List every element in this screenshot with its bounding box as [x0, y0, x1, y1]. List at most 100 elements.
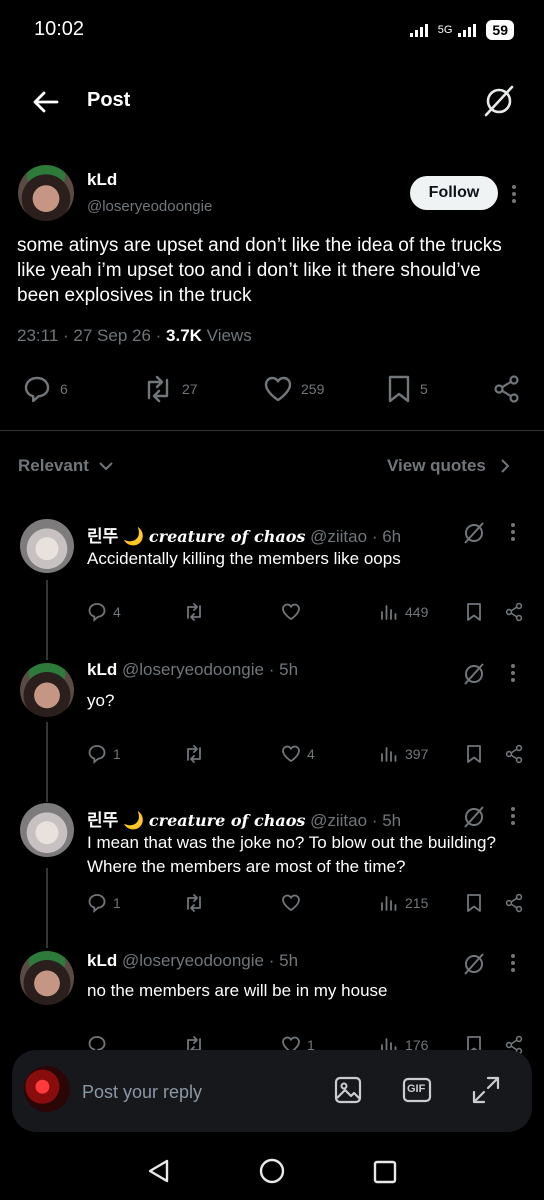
repost-count: 27 — [182, 381, 198, 397]
more-options-icon[interactable] — [508, 805, 518, 827]
bookmark-button[interactable]: 5 — [386, 374, 428, 404]
reply-icon — [88, 745, 106, 764]
reply-input[interactable] — [80, 1077, 324, 1107]
share-button[interactable] — [492, 374, 522, 404]
reply-author-name[interactable]: kLd — [87, 660, 117, 679]
grok-icon[interactable] — [482, 84, 516, 118]
grok-icon[interactable] — [462, 952, 486, 976]
like-button[interactable] — [281, 893, 307, 913]
reply-handle[interactable]: @ziitao — [310, 811, 367, 830]
image-icon[interactable] — [332, 1074, 364, 1106]
author-handle[interactable]: @loseryeodoongie — [87, 198, 212, 215]
status-icons: 5G 59 — [409, 20, 514, 40]
views-button[interactable]: 397 — [379, 744, 428, 764]
reply-text: Accidentally killing the members like oo… — [87, 549, 401, 568]
reply-author-title: creature of chaos — [148, 811, 306, 830]
bookmark-icon — [467, 894, 481, 912]
grok-icon[interactable] — [462, 662, 486, 686]
sort-dropdown[interactable]: Relevant — [18, 456, 113, 476]
repost-button[interactable] — [184, 602, 210, 622]
post-meta: 23:11 · 27 Sep 26 · 3.7K Views — [17, 326, 252, 345]
like-icon — [282, 603, 300, 621]
more-options-icon[interactable] — [508, 662, 518, 684]
follow-button[interactable]: Follow — [410, 176, 498, 210]
reply-avatar[interactable] — [20, 803, 74, 857]
reply-count: 1 — [113, 895, 121, 911]
repost-icon — [147, 375, 169, 403]
reply-text: I mean that was the joke no? To blow out… — [87, 833, 496, 876]
reply-avatar[interactable] — [20, 951, 74, 1005]
bookmark-button[interactable] — [464, 602, 484, 622]
reply-handle[interactable]: @ziitao — [310, 527, 367, 546]
signal-icon-2 — [458, 24, 477, 37]
like-button[interactable] — [281, 602, 307, 622]
reply-text: no the members are will be in my house — [87, 981, 388, 1000]
views-button[interactable]: 449 — [379, 602, 428, 622]
reply-button[interactable]: 4 — [87, 602, 121, 622]
reply-author-title: creature of chaos — [148, 527, 306, 546]
like-button[interactable]: 4 — [281, 744, 315, 764]
expand-icon[interactable] — [470, 1074, 502, 1106]
post-time: 23:11 — [17, 326, 59, 345]
reply-author-name[interactable]: 린뚜 — [87, 527, 118, 546]
reply-author-name[interactable]: kLd — [87, 951, 117, 970]
more-options-icon[interactable] — [508, 521, 518, 543]
author-name[interactable]: kLd — [87, 170, 117, 190]
repost-button[interactable] — [184, 744, 210, 764]
reply-author-name[interactable]: 린뚜 — [87, 811, 118, 830]
like-button[interactable]: 259 — [263, 374, 324, 404]
reply-handle[interactable]: @loseryeodoongie — [122, 660, 264, 679]
network-label: 5G — [437, 24, 453, 36]
reply-text: yo? — [87, 691, 115, 710]
nav-home-icon[interactable] — [258, 1157, 286, 1185]
like-icon — [282, 894, 300, 912]
views-count: 3.7K — [166, 326, 202, 345]
share-button[interactable] — [504, 602, 524, 622]
bookmark-icon — [388, 375, 410, 403]
views-icon — [381, 747, 397, 762]
bookmark-button[interactable] — [464, 744, 484, 764]
grok-icon[interactable] — [462, 521, 486, 545]
reply-header: kLd @loseryeodoongie · 5h — [87, 951, 298, 971]
nav-recents-icon[interactable] — [373, 1160, 397, 1184]
views-icon — [381, 896, 397, 911]
bookmark-count: 5 — [420, 381, 428, 397]
reply-avatar[interactable] — [20, 663, 74, 717]
reply-handle[interactable]: @loseryeodoongie — [122, 951, 264, 970]
reply-button[interactable]: 6 — [22, 374, 68, 404]
repost-button[interactable] — [184, 893, 210, 913]
status-time: 10:02 — [34, 18, 85, 40]
share-button[interactable] — [504, 744, 524, 764]
thread-line — [46, 722, 48, 802]
reply-button[interactable]: 1 — [87, 893, 121, 913]
reply-button[interactable]: 1 — [87, 744, 121, 764]
share-button[interactable] — [504, 893, 524, 913]
views-label: Views — [206, 326, 252, 345]
nav-back-icon[interactable] — [146, 1158, 172, 1184]
views-button[interactable]: 215 — [379, 893, 428, 913]
my-avatar[interactable] — [24, 1066, 70, 1112]
moon-emoji: 🌙 — [123, 811, 145, 830]
grok-icon[interactable] — [462, 805, 486, 829]
more-options-icon[interactable] — [508, 952, 518, 974]
chevron-down-icon — [99, 462, 113, 471]
reply-header: kLd @loseryeodoongie · 5h — [87, 660, 298, 680]
reply-header: 린뚜 🌙 creature of chaos @ziitao · 5h — [87, 806, 401, 831]
reply-time: · 5h — [371, 811, 402, 830]
view-quotes-link[interactable]: View quotes — [387, 456, 510, 476]
gif-label: GIF — [407, 1083, 426, 1095]
bookmark-button[interactable] — [464, 893, 484, 913]
page-title: Post — [87, 89, 131, 111]
share-icon — [505, 602, 523, 622]
gif-icon[interactable]: GIF — [401, 1074, 433, 1106]
like-count: 4 — [307, 746, 315, 762]
repost-button[interactable]: 27 — [142, 374, 198, 404]
thread-line — [46, 580, 48, 660]
reply-time: · 5h — [268, 660, 299, 679]
more-options-icon[interactable] — [506, 182, 522, 206]
bookmark-icon — [467, 603, 481, 621]
views-count: 397 — [405, 746, 429, 762]
reply-avatar[interactable] — [20, 519, 74, 573]
avatar[interactable] — [18, 165, 74, 221]
back-arrow-icon[interactable] — [30, 86, 62, 118]
